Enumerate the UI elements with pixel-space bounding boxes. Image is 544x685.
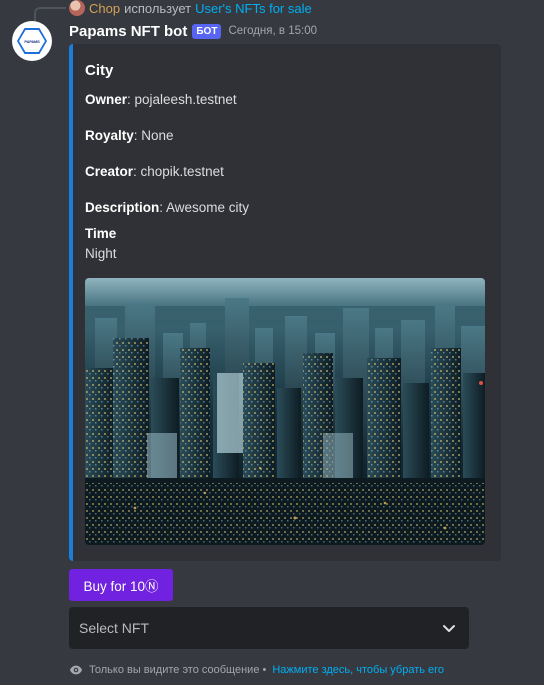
select-placeholder: Select NFT [79, 620, 150, 636]
reply-connector [34, 7, 66, 21]
reply-action-text: использует [124, 0, 192, 16]
embed-title: City [85, 62, 114, 79]
bot-avatar[interactable]: PAPAMS [12, 21, 52, 61]
field-value: chopik.testnet [140, 164, 224, 179]
city-night-image [85, 278, 485, 545]
embed-field-time-label: Time [85, 226, 117, 241]
avatar-logo-text: PAPAMS [19, 30, 45, 52]
field-label: Creator [85, 164, 134, 179]
embed-field-royalty: Royalty: None [85, 128, 174, 143]
nft-embed: City Owner: pojaleesh.testnet Royalty: N… [69, 44, 501, 561]
field-value: None [141, 128, 174, 143]
field-value: Awesome city [166, 200, 250, 215]
message-timestamp: Сегодня, в 15:00 [228, 25, 317, 37]
bot-badge: БОТ [192, 23, 222, 39]
nft-image[interactable] [85, 278, 485, 545]
select-nft-dropdown[interactable]: Select NFT [69, 607, 469, 649]
reply-user-avatar[interactable] [69, 0, 85, 16]
dismiss-message-link[interactable]: Нажмите здесь, чтобы убрать его [272, 664, 444, 676]
ephemeral-text: Только вы видите это сообщение • [89, 664, 267, 676]
field-label: Description [85, 200, 160, 215]
reply-context: Chop использует User's NFTs for sale [69, 0, 312, 16]
embed-field-time-value: Night [85, 246, 117, 261]
chevron-down-icon [443, 625, 455, 632]
embed-field-description: Description: Awesome city [85, 200, 250, 215]
buy-button[interactable]: Buy for 10Ⓝ [69, 569, 173, 601]
field-value: pojaleesh.testnet [134, 92, 237, 107]
embed-field-creator: Creator: chopik.testnet [85, 164, 224, 179]
reply-command-name[interactable]: User's NFTs for sale [195, 1, 312, 16]
eye-icon [69, 665, 83, 675]
reply-username[interactable]: Chop [89, 1, 120, 16]
field-label: Owner [85, 92, 128, 107]
embed-field-owner: Owner: pojaleesh.testnet [85, 92, 237, 107]
field-label: Royalty [85, 128, 134, 143]
bot-username[interactable]: Papams NFT bot [69, 23, 187, 40]
ephemeral-notice: Только вы видите это сообщение • Нажмите… [69, 662, 444, 678]
hexagon-logo-icon: PAPAMS [17, 28, 47, 54]
message-header: Papams NFT bot БОТ Сегодня, в 15:00 [69, 21, 317, 41]
